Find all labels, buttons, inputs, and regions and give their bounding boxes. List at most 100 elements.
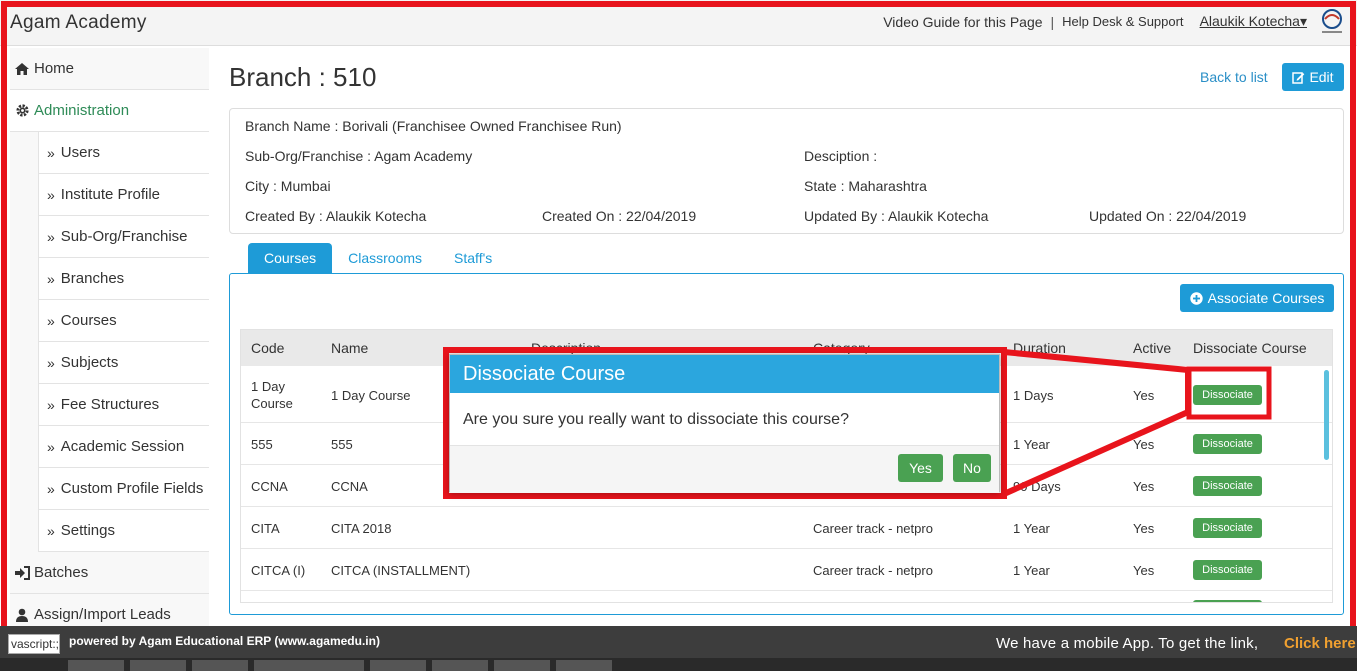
sidebar-item-label: Courses (60, 312, 117, 329)
sidebar-item-branches[interactable]: » Branches (38, 258, 209, 300)
cell-code: 555 (251, 437, 273, 452)
help-desk-link[interactable]: Help Desk & Support (1062, 14, 1183, 29)
sidebar-item-courses[interactable]: » Courses (38, 300, 209, 342)
branch-info-panel: Branch Name : Borivali (Franchisee Owned… (229, 108, 1344, 234)
sidebar-item-users[interactable]: » Users (38, 132, 209, 174)
cell-code: CITCA (I) (251, 563, 306, 578)
user-menu[interactable]: Alaukik Kotecha▾ (1200, 13, 1307, 30)
yes-button[interactable]: Yes (898, 454, 943, 482)
sidebar-item-assign-import-leads[interactable]: Assign/Import Leads (10, 594, 209, 628)
top-links: Video Guide for this Page | Help Desk & … (883, 13, 1307, 30)
cell-duration: 1 Year (1013, 521, 1050, 536)
sidebar-item-label: Settings (60, 522, 115, 539)
taskbar-app-icon[interactable] (192, 660, 248, 671)
home-icon (14, 61, 30, 77)
dissociate-button[interactable]: Dissociate (1193, 560, 1262, 580)
plus-circle-icon (1189, 291, 1203, 305)
sidebar-item-settings[interactable]: » Settings (38, 510, 209, 552)
brand-name[interactable]: Agam Academy (10, 12, 147, 34)
dialog-message: Are you sure you really want to dissocia… (463, 411, 849, 428)
taskbar-app-icon[interactable] (68, 660, 124, 671)
cell-name: CITA 2018 (331, 521, 392, 536)
branch-updated-on: Updated On : 22/04/2019 (1089, 208, 1247, 224)
status-url-tooltip: vascript:; (8, 634, 60, 654)
double-chevron-right-icon: » (47, 354, 55, 371)
cell-name: CITCA (INSTALLMENT) (331, 563, 471, 578)
dissociate-button[interactable]: Dissociate (1193, 518, 1262, 538)
chevron-down-icon: ▾ (1299, 13, 1307, 29)
cell-duration: 1 Year (1013, 563, 1050, 578)
sidebar-item-academic-session[interactable]: » Academic Session (38, 426, 209, 468)
associate-courses-button[interactable]: Associate Courses (1180, 284, 1334, 312)
sidebar-item-institute-profile[interactable]: » Institute Profile (38, 174, 209, 216)
branch-created-by: Created By : Alaukik Kotecha (245, 208, 427, 224)
cell-active: Yes (1133, 479, 1155, 494)
cell-duration: 90 Days (1013, 479, 1061, 494)
double-chevron-right-icon: » (47, 480, 55, 497)
page-title: Branch : 510 (229, 62, 377, 92)
sidebar-item-label: Branches (60, 270, 125, 287)
tab-classrooms[interactable]: Classrooms (332, 243, 438, 273)
taskbar-app-icon[interactable] (494, 660, 550, 671)
cell-category: Career track - netpro (813, 521, 933, 536)
sidebar-item-label: Users (60, 144, 100, 161)
sidebar-item-label: Academic Session (60, 438, 185, 455)
back-to-list-link[interactable]: Back to list (1200, 69, 1268, 85)
tab-bar: Courses Classrooms Staff's (248, 243, 508, 273)
sidebar-item-fee-structures[interactable]: » Fee Structures (38, 384, 209, 426)
double-chevron-right-icon: » (47, 228, 55, 245)
branch-created-on: Created On : 22/04/2019 (542, 208, 697, 224)
taskbar-app-icon[interactable] (432, 660, 488, 671)
double-chevron-right-icon: » (47, 270, 55, 287)
sidebar-item-label: Sub-Org/Franchise (60, 228, 188, 245)
sidebar-item-label: Batches (34, 564, 89, 581)
taskbar-app-icon[interactable] (308, 660, 364, 671)
tab-staffs[interactable]: Staff's (438, 243, 508, 273)
taskbar-app-icon[interactable] (254, 660, 310, 671)
sidebar-item-batches[interactable]: Batches (10, 552, 209, 594)
company-logo-icon (1322, 9, 1342, 33)
sidebar-item-sub-org-franchise[interactable]: » Sub-Org/Franchise (38, 216, 209, 258)
no-button[interactable]: No (953, 454, 991, 482)
double-chevron-right-icon: » (47, 438, 55, 455)
sidebar: Home Administration » Users » Institute Pr… (10, 48, 209, 628)
cell-category: Career track - netpro (813, 563, 933, 578)
table-row: CITA CITA 2018 Career track - netpro 1 Y… (241, 507, 1332, 549)
powered-by-text[interactable]: powered by Agam Educational ERP (www.aga… (69, 634, 380, 648)
cell-active: Yes (1133, 388, 1155, 403)
double-chevron-right-icon: » (47, 144, 55, 161)
mobile-app-text: We have a mobile App. To get the link, (996, 635, 1259, 652)
cell-active: Yes (1133, 437, 1155, 452)
taskbar-app-icon[interactable] (370, 660, 426, 671)
cell-name: 555 (331, 437, 353, 452)
gear-icon (14, 103, 30, 119)
video-guide-link[interactable]: Video Guide for this Page (883, 14, 1042, 30)
sidebar-item-label: Fee Structures (60, 396, 160, 413)
table-scrollbar[interactable] (1324, 370, 1329, 460)
dissociate-course-dialog: Dissociate Course Are you sure you reall… (449, 354, 1000, 493)
top-bar: Agam Academy Video Guide for this Page |… (0, 0, 1357, 46)
dissociate-button[interactable]: Dissociate (1193, 476, 1262, 496)
partial-dissociate-button (1193, 600, 1262, 602)
sidebar-item-subjects[interactable]: » Subjects (38, 342, 209, 384)
column-header-code: Code (251, 340, 285, 356)
sidebar-item-custom-profile-fields[interactable]: » Custom Profile Fields (38, 468, 209, 510)
cell-name: 1 Day Course (331, 388, 411, 403)
sidebar-item-administration[interactable]: Administration (10, 90, 209, 132)
tab-courses[interactable]: Courses (248, 243, 333, 273)
dissociate-button[interactable]: Dissociate (1193, 385, 1262, 405)
edit-button[interactable]: Edit (1282, 63, 1344, 91)
dissociate-button[interactable]: Dissociate (1193, 434, 1262, 454)
click-here-link[interactable]: Click here (1284, 635, 1356, 652)
sidebar-item-home[interactable]: Home (10, 48, 209, 90)
taskbar-app-icon[interactable] (130, 660, 186, 671)
cell-code: CITA (251, 521, 280, 536)
branch-suborg: Sub-Org/Franchise : Agam Academy (245, 148, 473, 164)
sidebar-item-label: Administration (34, 102, 130, 119)
sidebar-item-label: Institute Profile (60, 186, 161, 203)
branch-name: Branch Name : Borivali (Franchisee Owned… (245, 118, 622, 134)
cell-active: Yes (1133, 521, 1155, 536)
cell-name: CCNA (331, 479, 368, 494)
taskbar-app-icon[interactable] (556, 660, 612, 671)
sign-in-icon (14, 565, 30, 581)
